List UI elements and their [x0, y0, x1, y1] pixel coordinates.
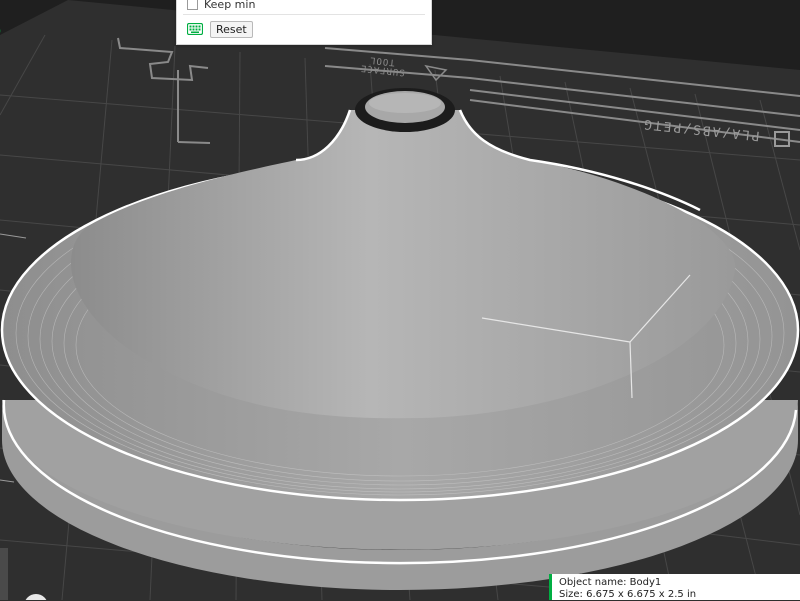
model-opening-shade	[369, 93, 441, 113]
viewport-canvas[interactable]: PLA/ABS/PETG SURFACE TOOL o	[0, 0, 800, 600]
keyboard-icon[interactable]	[187, 23, 203, 35]
object-name-text: Object name: Body1	[559, 577, 662, 588]
3d-viewport[interactable]: PLA/ABS/PETG SURFACE TOOL o	[0, 0, 800, 600]
panel-divider	[183, 14, 425, 15]
reset-button[interactable]: Reset	[210, 20, 253, 38]
object-info-box: Object name: Body1 Size: 6.675 x 6.675 x…	[549, 574, 800, 600]
brand-logo-fragment: o	[0, 19, 1, 44]
keep-min-label: Keep min	[204, 0, 256, 11]
object-size-text: Size: 6.675 x 6.675 x 2.5 in	[559, 589, 697, 600]
keep-min-row[interactable]: Keep min	[187, 0, 255, 11]
tool-options-panel: Keep min Reset	[176, 0, 432, 45]
side-handle-fragment[interactable]	[0, 548, 8, 600]
reset-row: Reset	[187, 20, 253, 38]
keep-min-checkbox[interactable]	[187, 0, 198, 10]
